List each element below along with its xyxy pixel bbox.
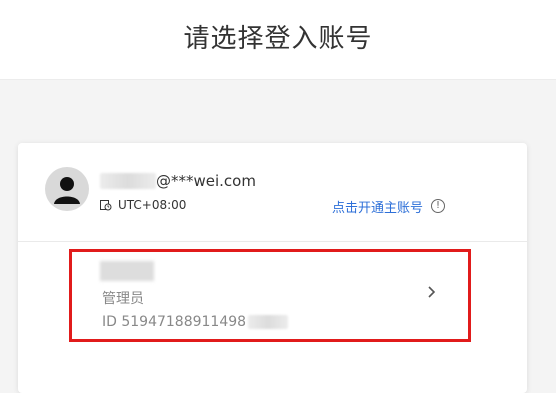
account-card: @***wei.com UTC+08:00 点击开通主账号 ! 管理员 ID 5… bbox=[18, 143, 527, 393]
open-main-account-label[interactable]: 点击开通主账号 bbox=[332, 197, 423, 216]
sub-account-role: 管理员 bbox=[102, 291, 144, 307]
sub-account-name-masked bbox=[100, 261, 154, 281]
chevron-right-icon[interactable] bbox=[422, 282, 442, 302]
page-title: 请选择登入账号 bbox=[183, 24, 373, 54]
divider bbox=[18, 241, 527, 242]
account-timezone: UTC+08:00 bbox=[100, 196, 186, 214]
email-masked-prefix bbox=[100, 173, 156, 189]
user-silhouette-icon bbox=[54, 177, 80, 204]
open-main-account-link[interactable]: 点击开通主账号 ! bbox=[332, 196, 446, 216]
sub-account-id-text: ID 51947188911498 bbox=[102, 314, 247, 330]
header-bar: 请选择登入账号 bbox=[0, 0, 556, 80]
sub-account-item[interactable]: 管理员 ID 51947188911498 bbox=[69, 249, 471, 342]
timezone-text: UTC+08:00 bbox=[118, 198, 187, 212]
account-email: @***wei.com bbox=[100, 171, 256, 191]
avatar bbox=[45, 167, 89, 211]
sub-account-id: ID 51947188911498 bbox=[102, 312, 289, 332]
clock-calendar-icon bbox=[100, 199, 112, 211]
id-masked-suffix bbox=[248, 315, 289, 329]
email-suffix: @***wei.com bbox=[156, 172, 256, 190]
info-circle-icon[interactable]: ! bbox=[431, 199, 446, 213]
